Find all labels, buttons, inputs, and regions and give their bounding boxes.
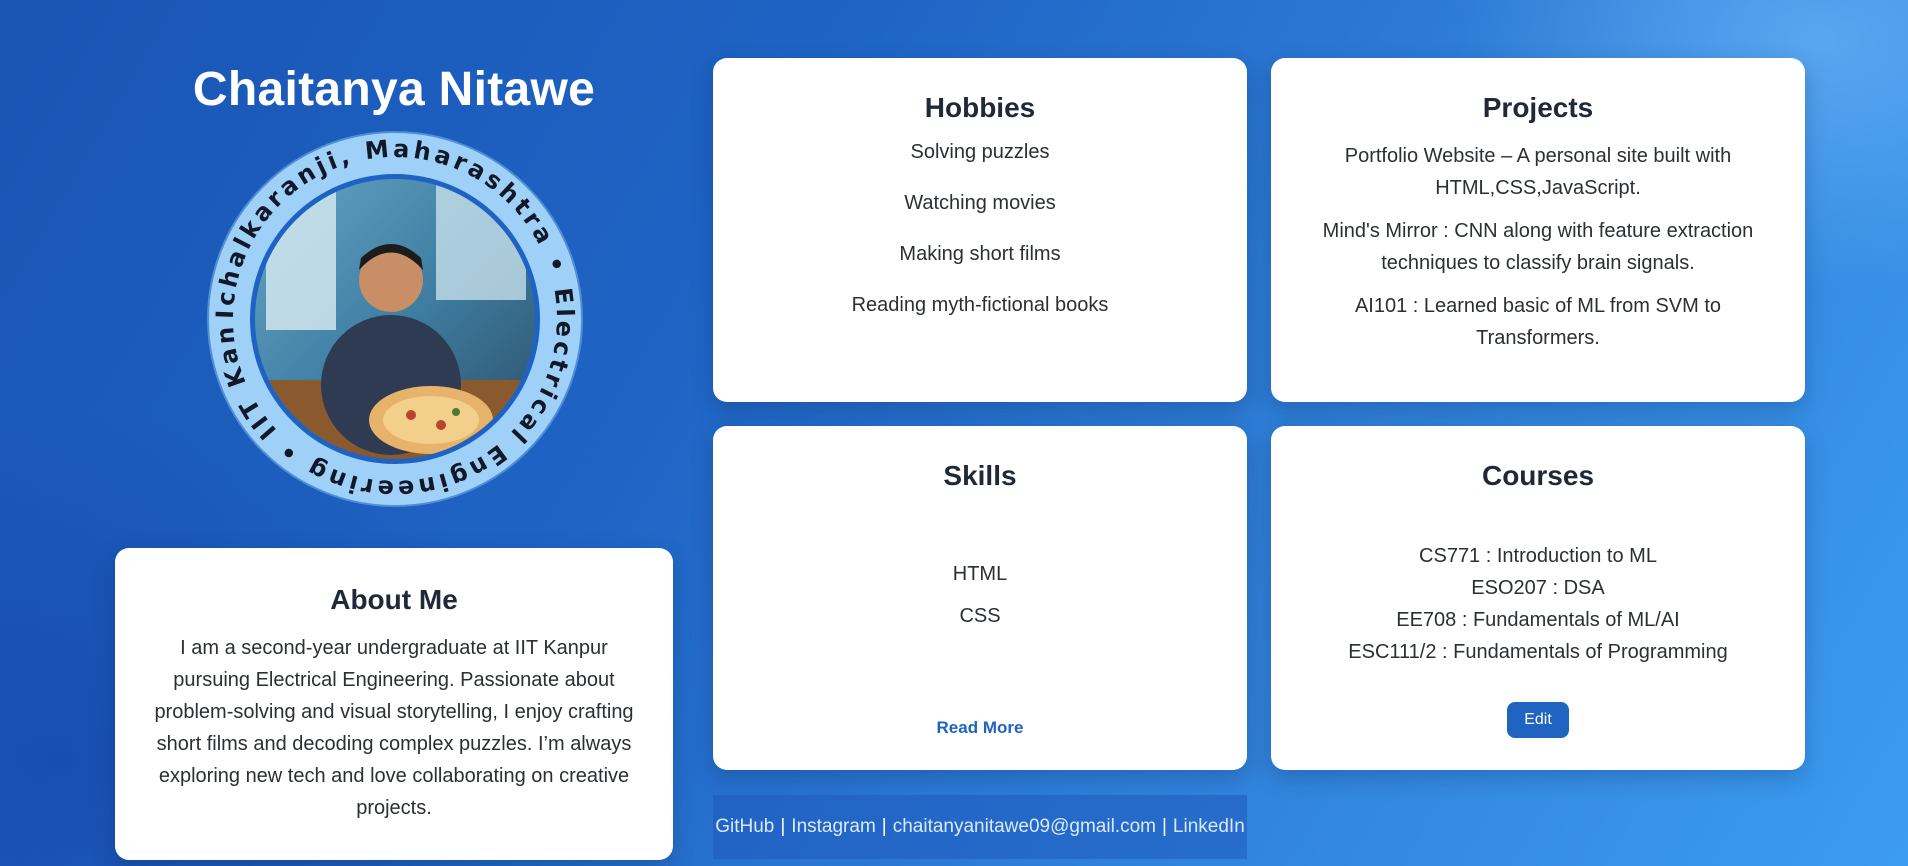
- course-item: ESC111/2 : Fundamentals of Programming: [1348, 641, 1728, 663]
- skill-item: HTML: [952, 563, 1008, 585]
- skills-title: Skills: [943, 460, 1017, 491]
- project-item: AI101 : Learned basic of ML from SVM to …: [1354, 295, 1722, 349]
- portfolio-page: Chaitanya Nitawe Ichalkaranji, Maharasht…: [0, 0, 1908, 866]
- projects-list: Portfolio Website – A personal site buil…: [1271, 140, 1805, 354]
- github-link[interactable]: GitHub: [715, 816, 774, 838]
- courses-card: Courses CS771 : Introduction to ML ESO20…: [1271, 426, 1805, 770]
- link-separator: |: [780, 816, 786, 837]
- read-more-link[interactable]: Read More: [713, 718, 1247, 738]
- hobby-item: Making short films: [899, 243, 1061, 265]
- about-card: About Me I am a second-year undergraduat…: [115, 548, 673, 860]
- link-separator: |: [881, 816, 887, 837]
- project-item: Mind's Mirror : CNN along with feature e…: [1322, 220, 1754, 274]
- course-item: CS771 : Introduction to ML: [1419, 545, 1657, 567]
- projects-card: Projects Portfolio Website – A personal …: [1271, 58, 1805, 402]
- skill-item: CSS: [959, 605, 1001, 627]
- about-title: About Me: [330, 584, 458, 615]
- profile-badge: Ichalkaranji, Maharashtra • Electrical E…: [206, 130, 584, 508]
- courses-title: Courses: [1481, 460, 1595, 491]
- project-item: Portfolio Website – A personal site buil…: [1344, 145, 1732, 199]
- skills-list: HTML CSS: [713, 562, 1247, 628]
- hobbies-card: Hobbies Solving puzzles Watching movies …: [713, 58, 1247, 402]
- projects-title: Projects: [1482, 92, 1594, 123]
- edit-button[interactable]: Edit: [1507, 702, 1569, 738]
- email-link[interactable]: chaitanyanitawe09@gmail.com: [893, 816, 1156, 838]
- instagram-link[interactable]: Instagram: [791, 816, 875, 838]
- hobby-item: Solving puzzles: [910, 141, 1050, 163]
- hobbies-title: Hobbies: [924, 92, 1036, 123]
- link-separator: |: [1161, 816, 1167, 837]
- course-item: ESO207 : DSA: [1471, 577, 1605, 599]
- social-links-bar: GitHub | Instagram | chaitanyanitawe09@g…: [713, 795, 1247, 859]
- skills-card: Skills HTML CSS Read More: [713, 426, 1247, 770]
- courses-list: CS771 : Introduction to ML ESO207 : DSA …: [1271, 540, 1805, 668]
- linkedin-link[interactable]: LinkedIn: [1173, 816, 1245, 838]
- about-text: I am a second-year undergraduate at IIT …: [154, 637, 634, 819]
- hobby-item: Watching movies: [904, 192, 1056, 214]
- hobbies-list: Solving puzzles Watching movies Making s…: [713, 140, 1247, 317]
- hobby-item: Reading myth-fictional books: [851, 294, 1109, 316]
- page-title: Chaitanya Nitawe: [192, 63, 596, 116]
- profile-badge-svg: Ichalkaranji, Maharashtra • Electrical E…: [206, 130, 583, 507]
- course-item: EE708 : Fundamentals of ML/AI: [1396, 609, 1680, 631]
